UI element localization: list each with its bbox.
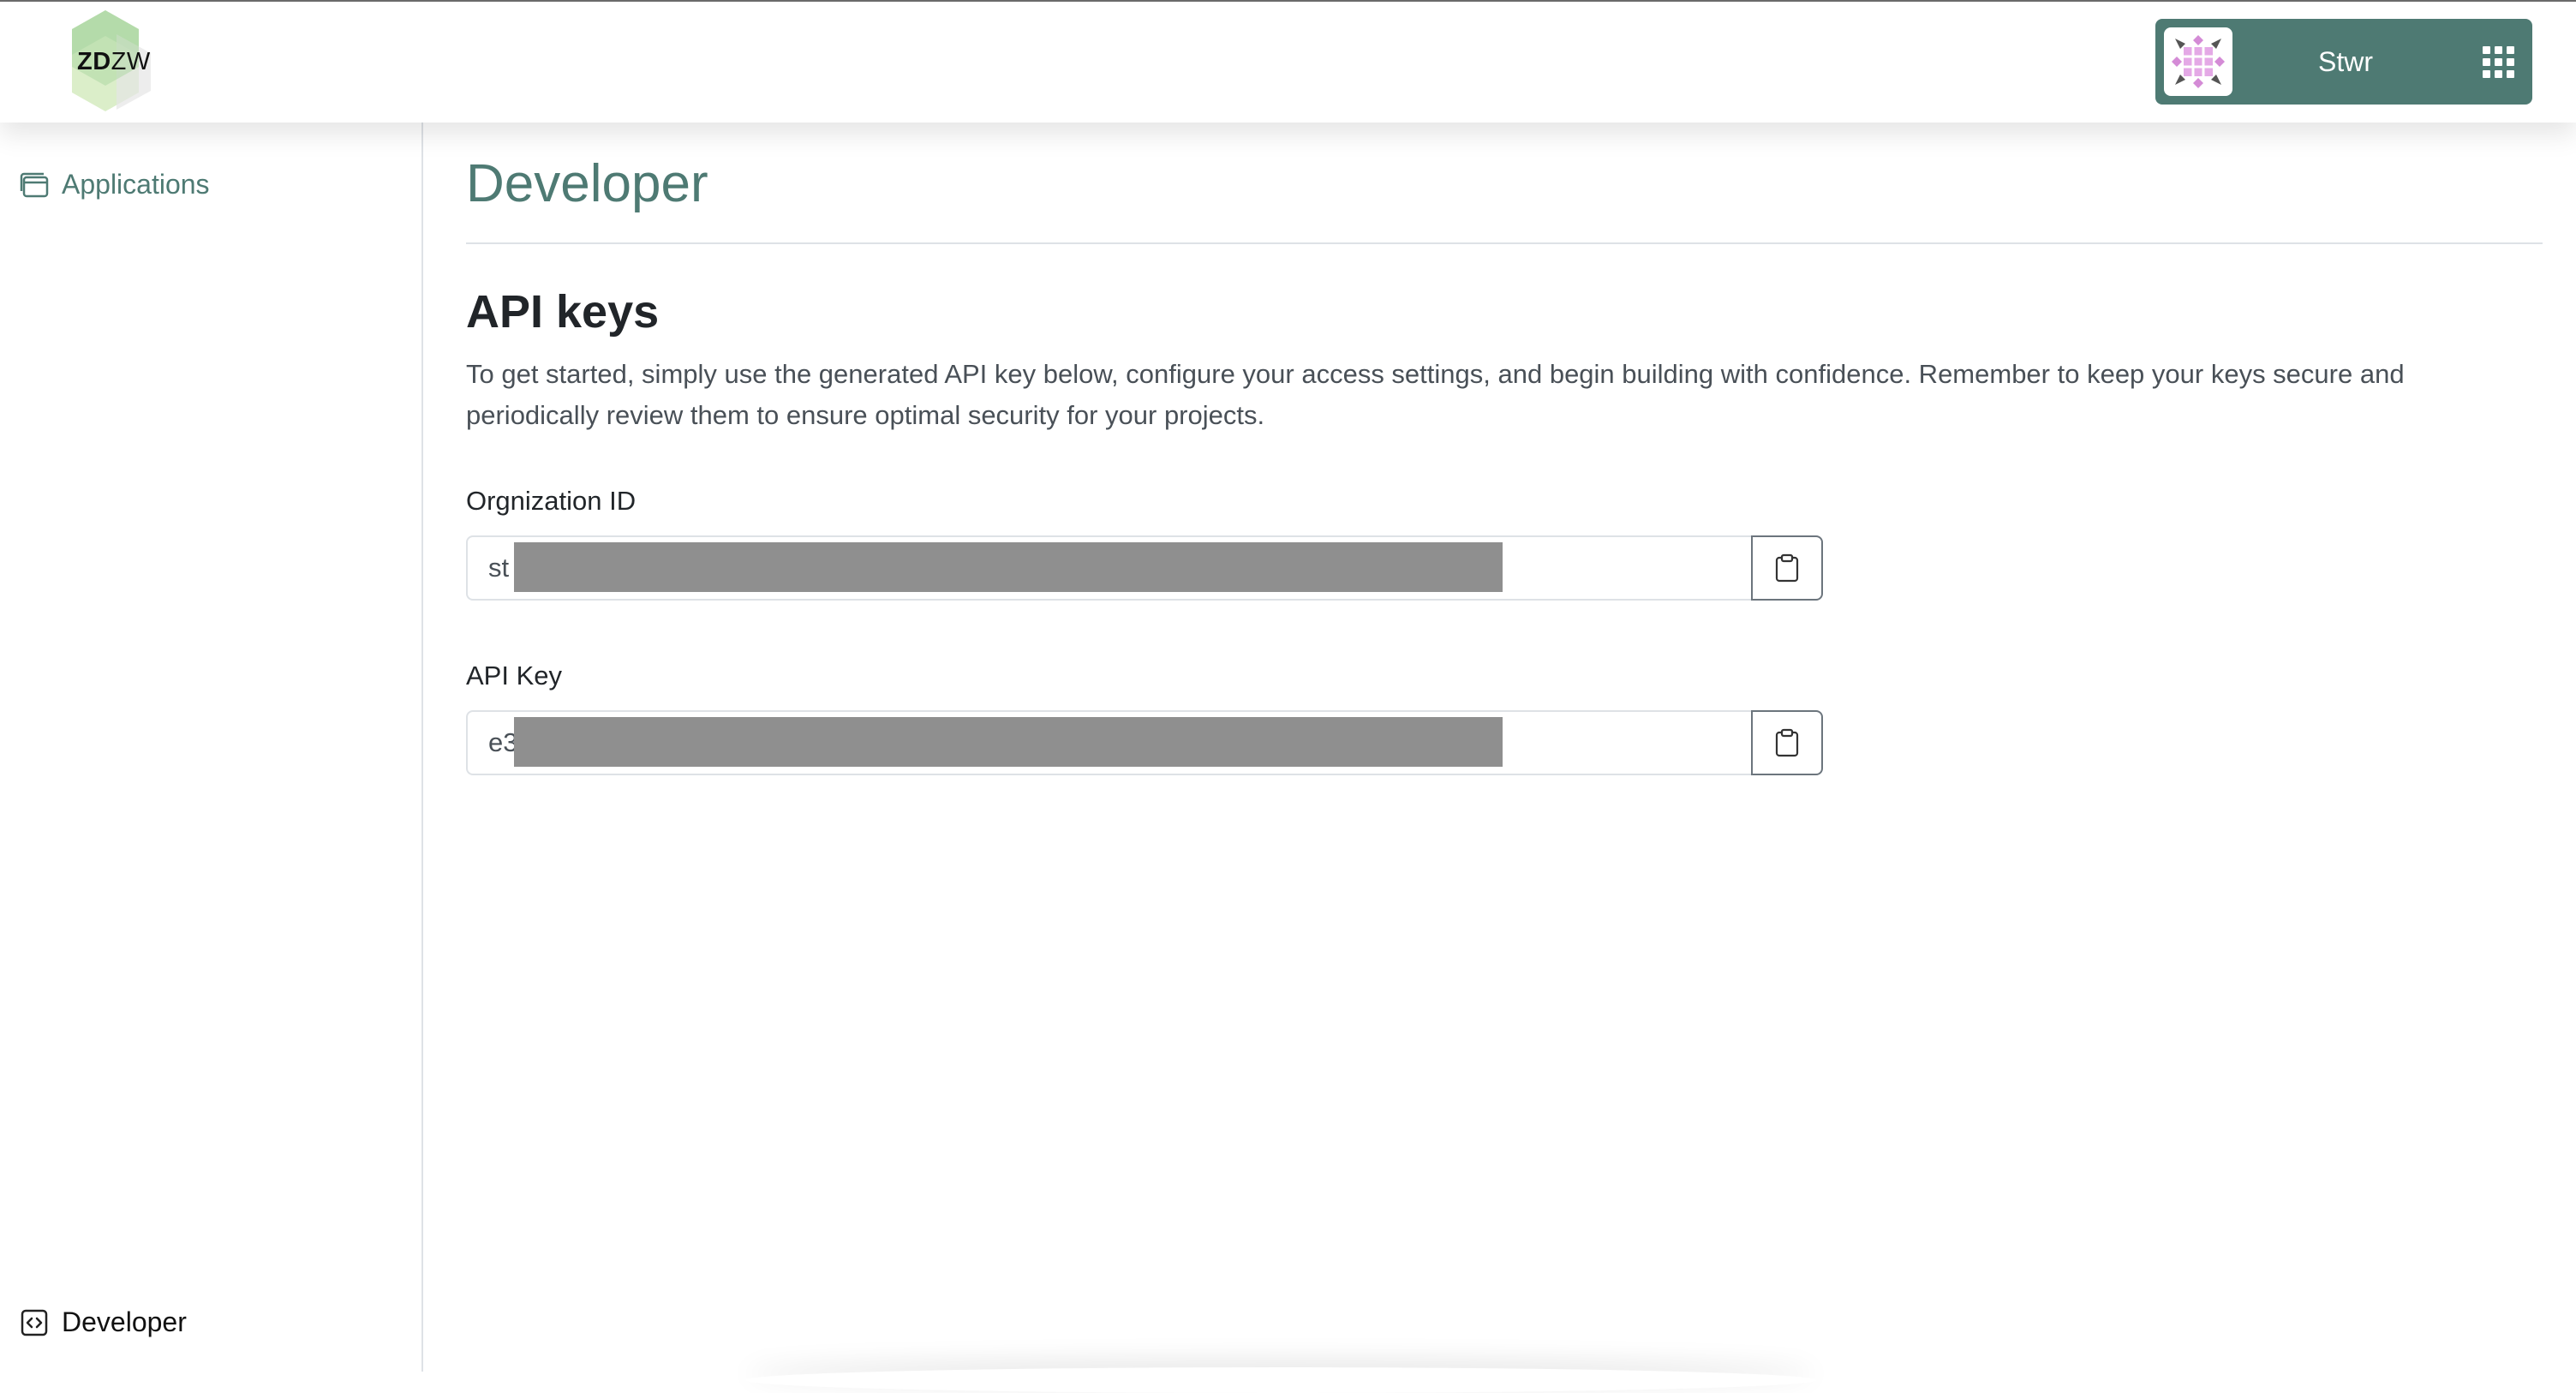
user-menu-card[interactable]: Stwr <box>2155 19 2532 105</box>
sidebar-item-applications[interactable]: Applications <box>19 169 210 200</box>
logo-wordmark: ZDZW <box>77 48 151 75</box>
redaction-mask <box>514 542 1503 592</box>
user-name[interactable]: Stwr <box>2318 19 2373 105</box>
organization-id-label: Orgnization ID <box>466 486 637 516</box>
organization-id-value: st <box>488 553 510 583</box>
sidebar-item-label: Applications <box>62 169 210 200</box>
section-description: To get started, simply use the generated… <box>466 359 2405 430</box>
section-title: API keys <box>466 286 660 338</box>
copy-organization-id-button[interactable] <box>1751 535 1823 601</box>
sidebar-item-label: Developer <box>62 1306 187 1337</box>
clipboard-icon <box>1775 728 1799 757</box>
sidebar-item-developer[interactable]: Developer <box>19 1306 187 1338</box>
api-key-field[interactable]: e3 <box>466 710 1751 775</box>
redaction-mask <box>514 717 1503 767</box>
api-key-label: API Key <box>466 661 562 691</box>
code-square-icon <box>19 1307 50 1338</box>
grid-apps-icon[interactable] <box>2481 45 2515 79</box>
api-key-group: e3 <box>466 710 1823 775</box>
brand-logo[interactable]: ZDZW <box>57 9 154 113</box>
organization-id-field[interactable]: st <box>466 535 1751 601</box>
title-divider <box>466 242 2543 244</box>
top-header: ZDZW Stwr <box>0 2 2576 123</box>
clipboard-icon <box>1775 553 1799 583</box>
identicon-pattern-icon <box>2172 35 2225 88</box>
window-stack-icon <box>19 170 50 200</box>
organization-id-group: st <box>466 535 1823 601</box>
identicon-avatar[interactable] <box>2164 27 2232 96</box>
copy-api-key-button[interactable] <box>1751 710 1823 775</box>
page-title: Developer <box>466 154 708 213</box>
sidebar: Applications Developer <box>0 123 423 1372</box>
